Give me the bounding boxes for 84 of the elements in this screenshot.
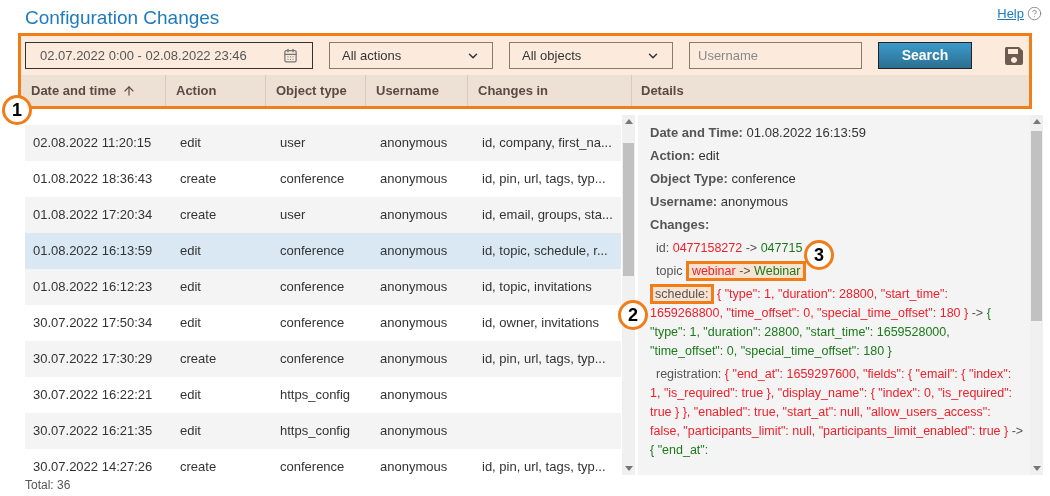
- table-row[interactable]: 30.07.2022 17:30:29 create conference anonymous id, pin, url, tags, typ...: [25, 341, 621, 377]
- table-cell: 30.07.2022 17:50:34: [33, 315, 153, 331]
- table-cell: conference: [280, 243, 345, 259]
- column-header[interactable]: Object type: [266, 75, 366, 106]
- table-cell: 30.07.2022 14:27:26: [33, 459, 153, 475]
- column-header: Details: [640, 81, 685, 100]
- detail-value: 01.08.2022 16:13:59: [746, 125, 866, 140]
- table-cell: id, pin, url, tags, typ...: [482, 171, 606, 187]
- table-cell: conference: [280, 171, 345, 187]
- table-cell: anonymous: [380, 315, 448, 331]
- table-cell: anonymous: [380, 423, 448, 439]
- table-cell: anonymous: [380, 243, 448, 259]
- detail-label: Date and Time:: [650, 125, 743, 140]
- table-cell: id, pin, url, tags, typ...: [482, 459, 606, 475]
- table-cell: edit: [180, 279, 201, 295]
- help-icon[interactable]: [1027, 6, 1042, 22]
- table-cell: 30.07.2022 16:22:21: [33, 387, 153, 403]
- table-cell: edit: [180, 423, 201, 439]
- table-cell: anonymous: [380, 135, 448, 151]
- date-range-field[interactable]: 02.07.2022 0:00 - 02.08.2022 23:46: [25, 42, 313, 69]
- table-cell: 01.08.2022 18:36:43: [33, 171, 153, 187]
- detail-value: anonymous: [720, 194, 789, 209]
- calendar-icon[interactable]: [283, 48, 298, 63]
- table-row[interactable]: 02.08.2022 11:20:15 edit user anonymous id, company, first_na...: [25, 125, 621, 161]
- total-count: Total: 36: [25, 477, 72, 494]
- table-cell: 30.07.2022 17:30:29: [33, 351, 153, 367]
- table-cell: anonymous: [380, 171, 448, 187]
- detail-label: Action:: [650, 148, 695, 163]
- table-cell: id, email, groups, sta...: [482, 207, 613, 223]
- column-header[interactable]: Username: [366, 75, 468, 106]
- column-header[interactable]: Changes in: [468, 75, 632, 106]
- table-cell: create: [180, 207, 217, 223]
- table-cell: create: [180, 459, 217, 475]
- username-field[interactable]: Username: [689, 42, 862, 69]
- table-cell: conference: [280, 315, 345, 331]
- actions-dropdown[interactable]: All actions: [329, 42, 493, 69]
- callout-badge: 1: [2, 95, 32, 125]
- table-cell: edit: [180, 315, 201, 331]
- scrollbar[interactable]: [1030, 115, 1043, 475]
- detail-value: edit: [698, 148, 720, 163]
- table-cell: conference: [280, 351, 345, 367]
- table-row[interactable]: 01.08.2022 17:20:34 create user anonymous id, email, groups, sta...: [25, 197, 621, 233]
- table-cell: anonymous: [380, 459, 448, 475]
- table-cell: 01.08.2022 16:12:23: [33, 279, 153, 295]
- page-title: Configuration Changes: [25, 6, 220, 30]
- column-header[interactable]: Action: [166, 75, 266, 106]
- table-cell: id, topic, schedule, r...: [482, 243, 608, 259]
- table-cell: conference: [280, 459, 345, 475]
- save-icon[interactable]: [1004, 45, 1024, 66]
- table-cell: id, pin, url, tags, typ...: [482, 351, 606, 367]
- table-cell: create: [180, 351, 217, 367]
- table-cell: https_config: [280, 387, 351, 403]
- change-entry: schedule: { "type": 1, "duration": 28800, "start_time": 1659268800, "time_offset": 0, "special_time_offset": 180 } -> { "type": 1, "duration": 28800, "start_time": 1659528000, "time_offset": 0, "special_time_offset": 180 }: [650, 285, 1024, 361]
- table-cell: edit: [180, 243, 201, 259]
- table-cell: user: [280, 135, 306, 151]
- table-cell: anonymous: [380, 387, 448, 403]
- table-cell: 30.07.2022 16:21:35: [33, 423, 153, 439]
- objects-dropdown[interactable]: All objects: [509, 42, 673, 69]
- table-cell: conference: [280, 279, 345, 295]
- table-cell: edit: [180, 135, 201, 151]
- table-cell: 01.08.2022 17:20:34: [33, 207, 153, 223]
- help-link[interactable]: Help: [997, 4, 1024, 24]
- table-row[interactable]: 30.07.2022 16:21:35 edit https_config anonymous: [25, 413, 621, 449]
- change-entry: registration: { "end_at": 1659297600, "fields": { "email": { "index": 1, "is_required": true }, "display_name": { "index": 0, "is_required": true } }, "enabled": true, "start_at": null, "allow_users_access": false, "participants_limit": null, "participants_limit_enabled": true } -> { "end_at":: [650, 366, 1024, 459]
- table-cell: 02.08.2022 11:20:15: [33, 135, 152, 151]
- table-cell: user: [280, 207, 306, 223]
- search-button[interactable]: Search: [878, 42, 972, 69]
- detail-label: Object Type:: [650, 171, 728, 186]
- change-entry: id: 0477158272 -> 047715: [655, 240, 803, 257]
- table-cell: id, owner, invitations: [482, 315, 600, 331]
- detail-value: conference: [731, 171, 796, 186]
- table-cell: id, company, first_na...: [482, 135, 612, 151]
- table-cell: https_config: [280, 423, 351, 439]
- table-cell: anonymous: [380, 279, 448, 295]
- table-cell: id, topic, invitations: [482, 279, 592, 295]
- table-cell: anonymous: [380, 207, 448, 223]
- detail-label: Changes:: [650, 217, 710, 232]
- table-cell: 01.08.2022 16:13:59: [33, 243, 153, 259]
- table-row[interactable]: 01.08.2022 16:12:23 edit conference anonymous id, topic, invitations: [25, 269, 621, 305]
- detail-label: Username:: [650, 194, 718, 209]
- table-cell: edit: [180, 387, 201, 403]
- table-cell: create: [180, 171, 217, 187]
- table-row[interactable]: 01.08.2022 16:13:59 edit conference anonymous id, topic, schedule, r...: [25, 233, 621, 269]
- table-cell: anonymous: [380, 351, 448, 367]
